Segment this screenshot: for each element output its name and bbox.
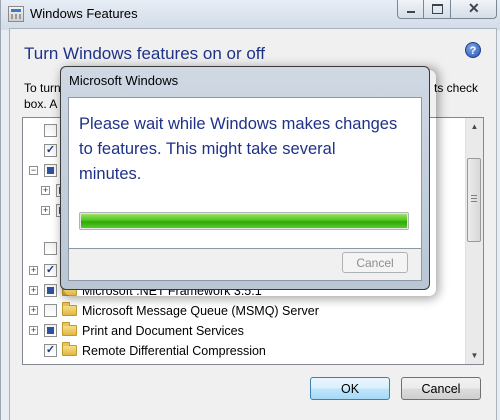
minimize-button[interactable]	[397, 0, 424, 19]
vertical-scrollbar[interactable]: ▲ ▼	[465, 118, 483, 364]
maximize-button[interactable]	[424, 0, 451, 19]
progress-dialog: Microsoft Windows Please wait while Wind…	[60, 66, 430, 290]
expand-icon[interactable]: +	[41, 206, 50, 215]
progress-bar	[79, 212, 409, 230]
ok-button[interactable]: OK	[310, 377, 390, 400]
close-icon: ✕	[468, 0, 480, 16]
feature-checkbox[interactable]	[44, 124, 57, 137]
feature-checkbox[interactable]	[44, 242, 57, 255]
feature-checkbox[interactable]	[44, 284, 57, 297]
expand-icon[interactable]: +	[29, 266, 38, 275]
expand-icon[interactable]: +	[29, 306, 38, 315]
feature-checkbox[interactable]: ✓	[44, 344, 57, 357]
feature-checkbox[interactable]: ✓	[44, 144, 57, 157]
description-line-2: box. A	[24, 97, 58, 111]
feature-checkbox[interactable]	[44, 164, 57, 177]
folder-icon	[62, 342, 77, 356]
dialog-cancel-button[interactable]: Cancel	[342, 252, 408, 273]
expand-icon[interactable]: +	[29, 326, 38, 335]
folder-icon	[62, 302, 77, 316]
progress-bar-fill	[81, 214, 407, 228]
scroll-up-icon[interactable]: ▲	[466, 118, 483, 135]
dialog-body: Please wait while Windows makes changes …	[68, 97, 422, 249]
caption-buttons: ✕	[397, 0, 497, 20]
page-title: Turn Windows features on or off	[24, 44, 265, 63]
close-button[interactable]: ✕	[451, 0, 497, 19]
description-left: To turn box. A	[24, 80, 61, 112]
window-title: Windows Features	[30, 6, 138, 21]
feature-checkbox[interactable]	[44, 304, 57, 317]
dialog-title: Microsoft Windows	[69, 73, 179, 88]
tree-row-label: Microsoft Message Queue (MSMQ) Server	[82, 304, 319, 318]
tree-row-label: Remote Differential Compression	[82, 344, 266, 358]
feature-checkbox[interactable]	[44, 324, 57, 337]
scrollbar-thumb[interactable]	[467, 158, 481, 242]
collapse-icon[interactable]: −	[29, 166, 38, 175]
scroll-down-icon[interactable]: ▼	[466, 347, 483, 364]
dialog-footer: Cancel	[68, 249, 422, 281]
cancel-button[interactable]: Cancel	[401, 377, 481, 400]
expand-icon[interactable]: +	[41, 186, 50, 195]
description-line-1: To turn	[24, 81, 61, 95]
tree-row[interactable]: + Microsoft Message Queue (MSMQ) Server	[23, 301, 463, 321]
dialog-message: Please wait while Windows makes changes …	[79, 115, 398, 183]
tree-row-label: Print and Document Services	[82, 324, 244, 338]
expand-icon[interactable]: +	[29, 286, 38, 295]
help-icon[interactable]: ?	[465, 42, 481, 58]
title-bar[interactable]: Windows Features ✕	[1, 0, 500, 28]
folder-icon	[62, 322, 77, 336]
tree-row[interactable]: + Print and Document Services	[23, 321, 463, 341]
feature-checkbox[interactable]: ✓	[44, 264, 57, 277]
description-right: ts check	[434, 81, 479, 95]
windows-features-icon	[8, 6, 24, 22]
tree-row[interactable]: ✓ Remote Differential Compression	[23, 341, 463, 361]
